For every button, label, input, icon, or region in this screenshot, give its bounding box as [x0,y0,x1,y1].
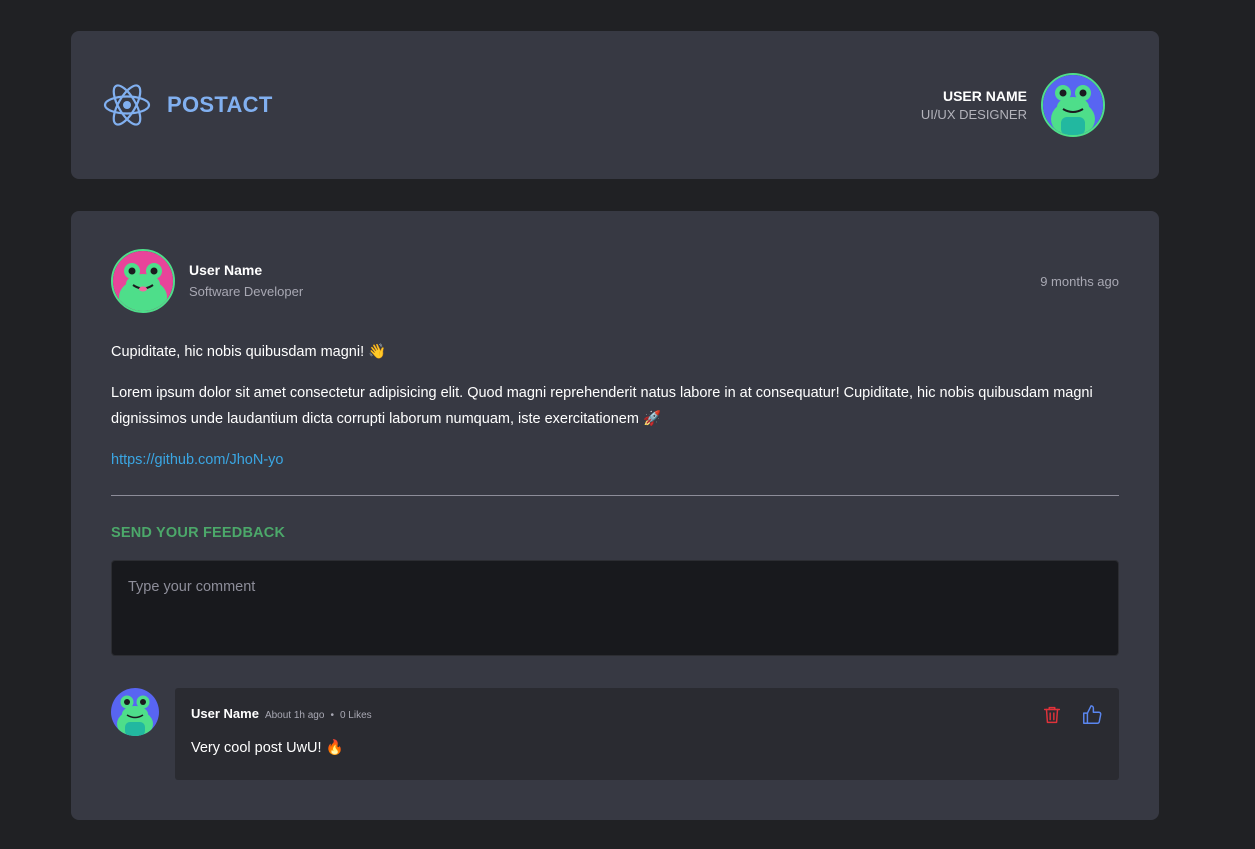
comment-text-row: Very cool post UwU! 🔥 [191,739,1103,756]
comment-meta: User Name About 1h ago • 0 Likes [191,706,1103,721]
comment-likes-count: 0 Likes [339,710,372,721]
comment: User Name About 1h ago • 0 Likes Very co… [111,688,1119,780]
post-paragraph: Cupiditate, hic nobis quibusdam magni! 👋 [111,339,1119,365]
post-paragraph-text: Cupiditate, hic nobis quibusdam magni! [111,344,365,360]
brand-name: POSTACT [167,92,273,117]
post-card: User Name Software Developer 9 months ag… [71,211,1159,820]
divider [111,495,1119,496]
post-timestamp: 9 months ago [1040,273,1119,289]
thumbs-up-icon [1083,705,1102,724]
post-header: User Name Software Developer 9 months ag… [111,249,1119,313]
user-profile[interactable]: USER NAME UI/UX DESIGNER [921,73,1105,137]
comment-body: User Name About 1h ago • 0 Likes Very co… [175,688,1119,780]
profile-role: UI/UX DESIGNER [920,106,1027,122]
app-header: POSTACT USER NAME UI/UX DESIGNER [71,31,1159,179]
brand[interactable]: POSTACT [103,81,273,129]
like-comment-button[interactable] [1081,704,1103,726]
author-avatar[interactable] [111,249,175,313]
author-info: User Name Software Developer [189,260,303,302]
author-role: Software Developer [189,283,304,299]
post-paragraph: Lorem ipsum dolor sit amet consectetur a… [111,380,1119,432]
comment-text: Very cool post UwU! [191,740,322,756]
react-atom-icon [103,84,151,126]
post-author: User Name Software Developer [111,249,303,313]
comment-timestamp: About 1h ago [264,710,325,721]
fire-emoji: 🔥 [325,740,344,756]
trash-icon [1043,706,1061,724]
meta-separator: • [330,710,334,721]
profile-avatar[interactable] [1041,73,1105,137]
waving-hand-emoji: 👋 [368,344,387,360]
post-link[interactable]: https://github.com/JhoN-yo [111,452,283,468]
profile-name: USER NAME [942,87,1027,104]
delete-comment-button[interactable] [1041,704,1063,726]
feedback-title: SEND YOUR FEEDBACK [111,525,286,541]
author-name: User Name [189,262,263,279]
profile-info: USER NAME UI/UX DESIGNER [921,87,1027,123]
post-content: Cupiditate, hic nobis quibusdam magni! 👋… [111,339,1119,473]
post-link-row: https://github.com/JhoN-yo [111,447,1119,473]
post-paragraph-text: Lorem ipsum dolor sit amet consectetur a… [111,385,1093,427]
comment-avatar[interactable] [111,688,159,736]
comment-author: User Name [191,706,259,721]
rocket-emoji: 🚀 [642,411,661,427]
comment-actions [1041,704,1103,726]
comment-input[interactable] [111,560,1119,656]
